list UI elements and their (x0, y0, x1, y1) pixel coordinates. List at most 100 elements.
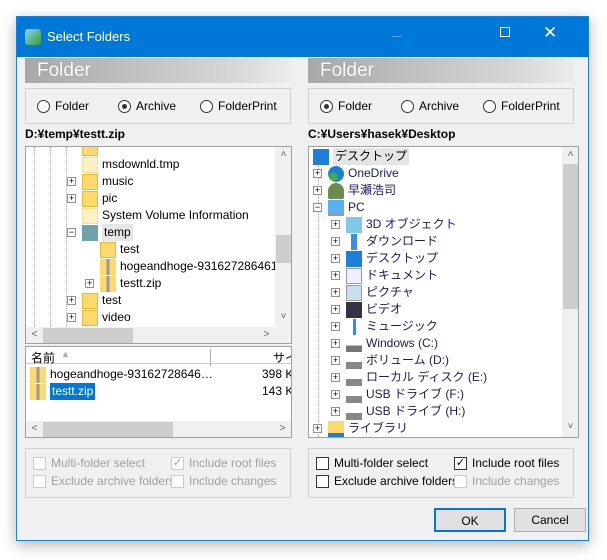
scroll-down-arrow[interactable]: ˅ (562, 421, 578, 432)
left-folder-tree[interactable]: msdownld.tmp + music + pic System Volume Info… (25, 146, 292, 344)
collapse-icon[interactable]: − (313, 203, 322, 212)
right-radio-archive[interactable]: Archive (401, 99, 459, 113)
checkbox-box[interactable]: ✓ (171, 456, 184, 470)
close-button[interactable]: ✕ (543, 23, 557, 43)
tree-item[interactable]: + OneDrive (313, 165, 399, 182)
minimize-button[interactable] (392, 36, 402, 37)
tree-item[interactable]: + video (67, 309, 131, 326)
tree-item[interactable]: + test (67, 292, 121, 309)
cancel-button[interactable]: Cancel (514, 508, 586, 532)
expand-icon[interactable]: + (331, 305, 340, 314)
expand-icon[interactable]: + (67, 194, 76, 203)
tree-item[interactable]: + ミュージック (331, 318, 438, 335)
column-header-size[interactable]: サイズ (273, 349, 291, 366)
left-radio-archive[interactable]: Archive (118, 99, 176, 113)
horizontal-scrollbar[interactable]: < > (26, 327, 275, 343)
radio-circle[interactable] (37, 99, 50, 113)
scroll-right-arrow[interactable]: > (258, 329, 275, 340)
left-radio-folder[interactable]: Folder (37, 99, 89, 113)
tree-item[interactable]: + testt.zip (85, 275, 161, 292)
tree-item[interactable]: + ビデオ (331, 301, 402, 318)
radio-circle[interactable] (200, 99, 213, 113)
tree-item[interactable]: msdownld.tmp (67, 156, 179, 173)
tree-item[interactable] (67, 147, 102, 156)
collapse-icon[interactable]: − (67, 228, 76, 237)
tree-item[interactable]: + ローカル ディスク (E:) (331, 369, 487, 386)
tree-item[interactable]: + ダウンロード (331, 233, 438, 250)
tree-item[interactable]: + デスクトップ (331, 250, 438, 267)
expand-icon[interactable]: + (331, 373, 340, 382)
radio-circle[interactable] (401, 99, 414, 113)
expand-icon[interactable]: + (331, 254, 340, 263)
tree-item[interactable]: + 早瀬浩司 (313, 182, 396, 199)
checkbox-include-root-files[interactable]: ✓ Include root files (454, 456, 559, 470)
vertical-scrollbar[interactable]: ˄ ˅ (562, 147, 578, 437)
tree-item[interactable]: System Volume Information (67, 207, 249, 224)
left-radio-folderprint[interactable]: FolderPrint (200, 99, 277, 113)
scrollbar-thumb[interactable] (276, 235, 291, 263)
list-row[interactable]: hogeandhoge-93162728646… 398 KB (30, 366, 291, 383)
expand-icon[interactable]: + (313, 186, 322, 195)
tree-item[interactable]: + Windows (C:) (331, 335, 438, 352)
checkbox-exclude-archive-folders[interactable]: Exclude archive folders (316, 474, 458, 488)
tree-item[interactable]: + music (67, 173, 133, 190)
right-folder-tree[interactable]: デスクトップ + OneDrive + 早瀬浩司 − PC +3D オブジェクト + ダウンロード… (308, 146, 579, 438)
tree-item[interactable]: + ライブラリ (313, 420, 408, 437)
tree-item[interactable]: +3D オブジェクト (331, 216, 457, 233)
scrollbar-thumb[interactable] (43, 422, 173, 437)
tree-item[interactable]: + USB ドライブ (F:) (331, 386, 464, 403)
tree-item[interactable]: + ボリューム (D:) (331, 352, 449, 369)
checkbox-box[interactable] (316, 474, 329, 488)
checkbox-box[interactable] (171, 474, 184, 488)
tree-item[interactable]: デスクトップ (313, 148, 410, 165)
tree-item[interactable]: + ドキュメント (331, 267, 438, 284)
expand-icon[interactable]: + (331, 339, 340, 348)
expand-icon[interactable]: + (331, 271, 340, 280)
scrollbar-thumb[interactable] (563, 164, 578, 309)
tree-item[interactable]: − PC (313, 199, 365, 216)
checkbox-box[interactable] (33, 456, 46, 470)
checkbox-box[interactable] (454, 474, 467, 488)
tree-item[interactable]: + USB ドライブ (H:) (331, 403, 465, 420)
expand-icon[interactable]: + (331, 390, 340, 399)
expand-icon[interactable]: + (331, 220, 340, 229)
vertical-scrollbar[interactable]: ˄ ˅ (275, 147, 291, 327)
tree-item[interactable]: hogeandhoge-931627286461217 (85, 258, 291, 275)
tree-item[interactable]: + pic (67, 190, 117, 207)
expand-icon[interactable]: + (331, 322, 340, 331)
tree-item[interactable]: test (85, 241, 139, 258)
right-radio-folder[interactable]: Folder (320, 99, 372, 113)
scroll-up-arrow[interactable]: ˄ (562, 149, 578, 160)
expand-icon[interactable]: + (85, 279, 94, 288)
tree-item[interactable]: + ピクチャ (331, 284, 414, 301)
checkbox-multi-folder-select[interactable]: Multi-folder select (316, 456, 428, 470)
expand-icon[interactable]: + (331, 288, 340, 297)
expand-icon[interactable]: + (67, 177, 76, 186)
checkbox-box[interactable] (316, 456, 329, 470)
scroll-up-arrow[interactable]: ˄ (275, 149, 291, 160)
expand-icon[interactable]: + (331, 356, 340, 365)
radio-circle[interactable] (320, 99, 333, 113)
expand-icon[interactable]: + (313, 169, 322, 178)
expand-icon[interactable]: + (313, 424, 322, 433)
scroll-left-arrow[interactable]: < (26, 329, 43, 340)
radio-circle[interactable] (483, 99, 496, 113)
checkbox-box[interactable] (33, 474, 46, 488)
radio-circle[interactable] (118, 99, 131, 113)
expand-icon[interactable]: + (67, 296, 76, 305)
scroll-left-arrow[interactable]: < (26, 423, 43, 434)
expand-icon[interactable]: + (331, 237, 340, 246)
expand-icon[interactable]: + (331, 407, 340, 416)
horizontal-scrollbar[interactable]: < > (26, 421, 291, 437)
scroll-down-arrow[interactable]: ˅ (275, 311, 291, 322)
scroll-right-arrow[interactable]: > (274, 423, 291, 434)
checkbox-box[interactable]: ✓ (454, 456, 467, 470)
file-list[interactable]: 名前▲サイズhogeandhoge-93162728646…398 KBtest… (25, 346, 292, 438)
tree-item[interactable]: − temp (67, 224, 133, 241)
ok-button[interactable]: OK (434, 508, 506, 532)
scrollbar-thumb[interactable] (43, 328, 133, 343)
expand-icon[interactable]: + (67, 313, 76, 322)
maximize-button[interactable] (500, 27, 510, 37)
column-header-name[interactable]: 名前 (31, 349, 211, 366)
right-radio-folderprint[interactable]: FolderPrint (483, 99, 560, 113)
